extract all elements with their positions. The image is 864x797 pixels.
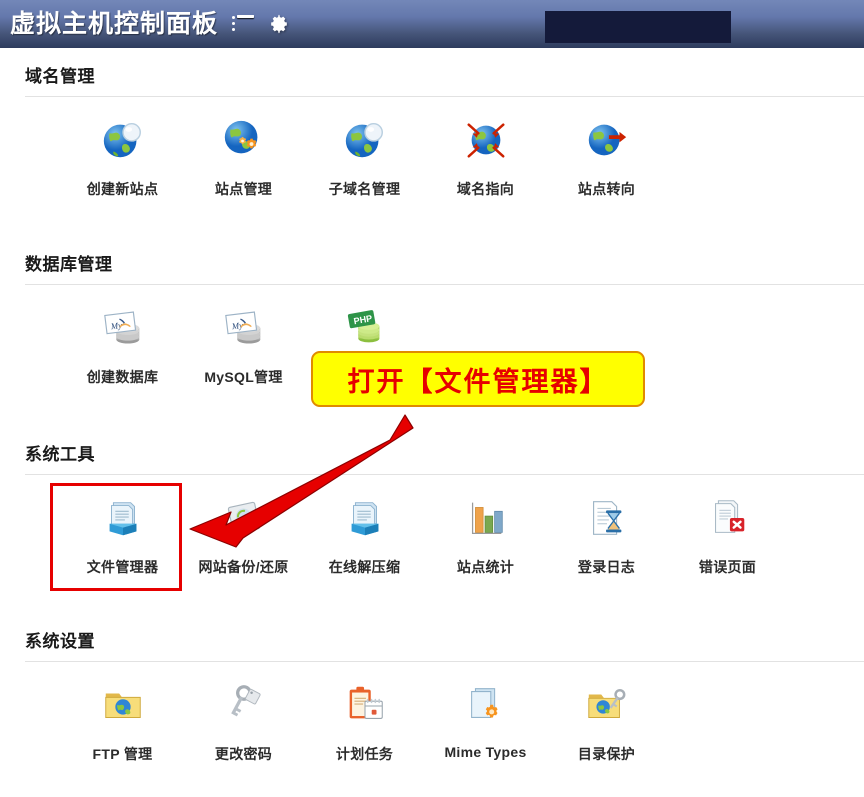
tile-label: 站点管理 bbox=[214, 181, 273, 197]
tile-label: 创建新站点 bbox=[86, 181, 159, 197]
mysql-database-icon: My bbox=[217, 301, 271, 355]
tile-online-archive[interactable]: 在线解压缩 bbox=[304, 483, 425, 577]
section-divider bbox=[25, 284, 864, 285]
file-manager-icon bbox=[338, 491, 392, 545]
globe-new-site-icon bbox=[338, 113, 392, 167]
php-database-icon: PHP bbox=[338, 301, 392, 355]
tile-error-page[interactable]: 错误页面 bbox=[667, 483, 788, 577]
tile-site-statistics[interactable]: 站点统计 bbox=[425, 483, 546, 577]
tile-create-database[interactable]: My 创建数据库 bbox=[62, 293, 183, 387]
globe-gear-icon bbox=[217, 113, 271, 167]
tile-file-manager[interactable]: 文件管理器 bbox=[62, 483, 183, 577]
tile-label: FTP 管理 bbox=[92, 746, 153, 762]
gear-icon[interactable] bbox=[268, 13, 290, 35]
section-system-tools: 系统工具 文件管理器 网站备份/还原 在线解压缩 站点统计 登录日志 错误页面 bbox=[0, 440, 864, 577]
tile-label: 目录保护 bbox=[577, 746, 636, 762]
tile-change-password[interactable]: 更改密码 bbox=[183, 670, 304, 764]
tile-row: 创建新站点 站点管理 子域名管理 域名指向 站点转向 bbox=[62, 105, 864, 199]
folder-globe-icon bbox=[96, 678, 150, 732]
annotation-callout-text: 打开【文件管理器】 bbox=[347, 366, 609, 398]
tile-site-management[interactable]: 站点管理 bbox=[183, 105, 304, 199]
folder-globe-key-icon bbox=[580, 678, 634, 732]
tile-row: 文件管理器 网站备份/还原 在线解压缩 站点统计 登录日志 错误页面 bbox=[62, 483, 864, 577]
tile-label: 域名指向 bbox=[456, 181, 515, 197]
section-title: 系统设置 bbox=[25, 632, 95, 651]
tile-label: MySQL管理 bbox=[204, 369, 283, 385]
control-panel-page: 虚拟主机控制面板 域名管理 创建新站点 站点管理 子域名管理 域名指向 站点转向… bbox=[0, 0, 864, 797]
bar-chart-icon bbox=[459, 491, 513, 545]
globe-arrows-inward-icon bbox=[459, 113, 513, 167]
section-divider bbox=[25, 661, 864, 662]
tile-label: 计划任务 bbox=[335, 746, 394, 762]
section-divider bbox=[25, 96, 864, 97]
globe-arrow-right-icon bbox=[580, 113, 634, 167]
keys-icon bbox=[217, 678, 271, 732]
tile-domain-pointing[interactable]: 域名指向 bbox=[425, 105, 546, 199]
document-error-icon bbox=[701, 491, 755, 545]
tile-scheduled-task[interactable]: 计划任务 bbox=[304, 670, 425, 764]
list-icon[interactable] bbox=[232, 15, 255, 33]
tile-label: 登录日志 bbox=[577, 559, 636, 575]
tile-label: 创建数据库 bbox=[86, 369, 159, 385]
tile-site-redirect[interactable]: 站点转向 bbox=[546, 105, 667, 199]
annotation-callout: 打开【文件管理器】 bbox=[311, 351, 645, 407]
file-manager-icon bbox=[96, 491, 150, 545]
redacted-account-field[interactable] bbox=[545, 11, 731, 43]
section-divider bbox=[25, 474, 864, 475]
app-header: 虚拟主机控制面板 bbox=[0, 0, 864, 48]
tile-label: 错误页面 bbox=[698, 559, 757, 575]
document-gear-icon bbox=[459, 678, 513, 732]
tile-label: 站点统计 bbox=[456, 559, 515, 575]
page-title: 虚拟主机控制面板 bbox=[10, 9, 219, 38]
tile-backup-restore[interactable]: 网站备份/还原 bbox=[183, 483, 304, 577]
tile-ftp-management[interactable]: FTP 管理 bbox=[62, 670, 183, 764]
tile-create-new-site[interactable]: 创建新站点 bbox=[62, 105, 183, 199]
section-title: 系统工具 bbox=[25, 445, 95, 464]
tile-label: 站点转向 bbox=[577, 181, 636, 197]
tile-mime-types[interactable]: Mime Types bbox=[425, 670, 546, 764]
tile-directory-protection[interactable]: 目录保护 bbox=[546, 670, 667, 764]
tile-label: 文件管理器 bbox=[86, 559, 159, 575]
tile-mysql-management[interactable]: My MySQL管理 bbox=[183, 293, 304, 387]
tile-label: 子域名管理 bbox=[328, 181, 401, 197]
section-system-settings: 系统设置 FTP 管理 更改密码 计划任务 Mime Types 目录保护 bbox=[0, 627, 864, 764]
section-title: 域名管理 bbox=[25, 67, 95, 86]
tile-label: 在线解压缩 bbox=[328, 559, 401, 575]
mysql-database-icon: My bbox=[96, 301, 150, 355]
globe-new-site-icon bbox=[96, 113, 150, 167]
tile-label: 网站备份/还原 bbox=[198, 559, 289, 575]
header-icon-group bbox=[232, 13, 290, 35]
tile-row: FTP 管理 更改密码 计划任务 Mime Types 目录保护 bbox=[62, 670, 864, 764]
tile-subdomain-management[interactable]: 子域名管理 bbox=[304, 105, 425, 199]
tile-login-log[interactable]: 登录日志 bbox=[546, 483, 667, 577]
clipboard-calendar-icon bbox=[338, 678, 392, 732]
section-domain-management: 域名管理 创建新站点 站点管理 子域名管理 域名指向 站点转向 bbox=[0, 62, 864, 199]
backup-restore-icon bbox=[217, 491, 271, 545]
tile-label: 更改密码 bbox=[214, 746, 273, 762]
document-hourglass-icon bbox=[580, 491, 634, 545]
tile-label: Mime Types bbox=[444, 744, 527, 760]
section-title: 数据库管理 bbox=[25, 255, 113, 274]
